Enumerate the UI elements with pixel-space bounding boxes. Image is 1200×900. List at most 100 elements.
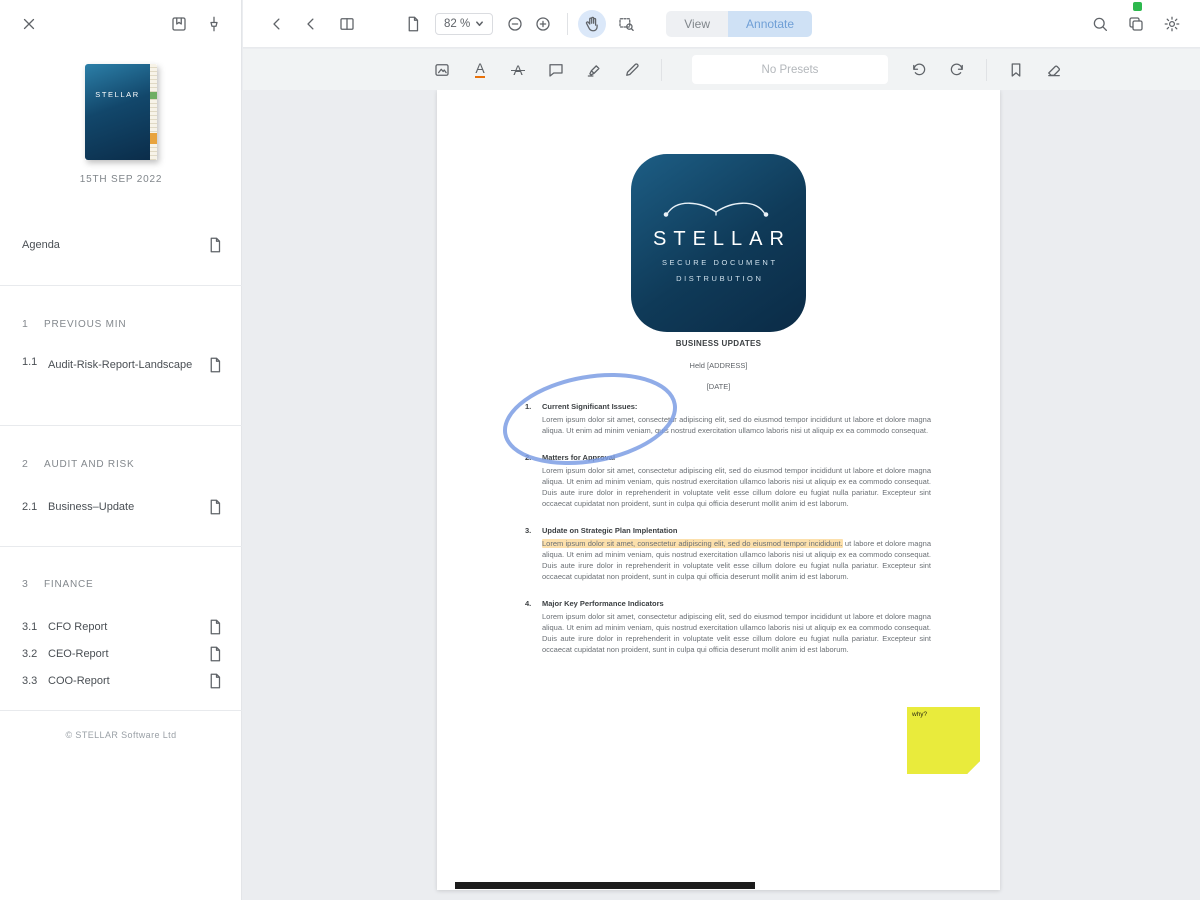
gear-icon — [1164, 16, 1180, 31]
section-number: 3 — [22, 578, 28, 590]
divider — [0, 425, 242, 426]
redo-button[interactable] — [944, 57, 970, 83]
item-number: 3.2 — [22, 648, 38, 660]
page-layout-button[interactable] — [333, 10, 361, 38]
logo-flourish-icon — [663, 202, 768, 217]
item-number: 3.1 — [22, 621, 38, 633]
section-title: AUDIT AND RISK — [44, 459, 135, 470]
section-paragraph: Lorem ipsum dolor sit amet, consectetur … — [542, 612, 931, 654]
item-label: CFO Report — [48, 621, 108, 633]
settings-button[interactable] — [1158, 10, 1186, 38]
divider — [0, 546, 242, 547]
document-title: BUSINESS UPDATES — [675, 339, 762, 348]
app-window: STELLAR 15TH SEP 2022 Agenda 1 PREVIOUS … — [0, 0, 1200, 900]
zoom-out-icon — [508, 16, 522, 31]
top-toolbar: 82 % View Annotate — [243, 0, 1200, 48]
divider — [0, 710, 242, 711]
zoom-in-button[interactable] — [529, 10, 557, 38]
eraser-icon — [1048, 65, 1060, 76]
mode-segmented-control: View Annotate — [666, 10, 813, 37]
ellipse-ink-annotation[interactable] — [495, 367, 691, 471]
section-heading: Update on Strategic Plan Implentation — [542, 526, 678, 535]
eraser-button[interactable] — [1041, 57, 1067, 83]
sidebar-item-audit-risk-report[interactable]: 1.1 Audit-Risk-Report-Landscape — [0, 356, 242, 375]
view-mode-button[interactable]: View — [666, 10, 729, 37]
bookmark-button[interactable] — [1003, 57, 1029, 83]
highlight-annotation[interactable]: Lorem ipsum dolor sit amet, consectetur … — [542, 539, 843, 548]
ink-pen-button[interactable] — [619, 57, 645, 83]
bookmark-icon — [1011, 62, 1021, 77]
document-thumbnail[interactable]: STELLAR — [0, 64, 242, 160]
sidebar-item-business-update[interactable]: 2.1 Business–Update — [0, 498, 242, 516]
sidebar-toolbar — [0, 0, 241, 48]
comment-button[interactable] — [543, 57, 569, 83]
section-header-previous-min: 1 PREVIOUS MIN — [0, 318, 242, 330]
close-icon[interactable] — [20, 15, 38, 33]
item-number: 2.1 — [22, 501, 38, 513]
doc-file-icon — [210, 619, 221, 635]
section-number: 4. — [525, 599, 532, 608]
doc-file-icon — [210, 499, 221, 515]
pin-icon[interactable] — [205, 15, 223, 33]
presets-dropdown[interactable]: No Presets — [692, 55, 888, 84]
copy-icon — [1129, 16, 1143, 31]
page-layout-icon — [340, 17, 354, 30]
section-paragraph: Lorem ipsum dolor sit amet, consectetur … — [542, 466, 931, 508]
previous-view-button[interactable] — [297, 10, 325, 38]
highlighter-icon — [587, 64, 600, 77]
toolbar-separator — [661, 58, 662, 81]
annotate-mode-button[interactable]: Annotate — [728, 10, 813, 37]
doc-file-icon — [210, 646, 221, 662]
zoom-in-icon — [536, 16, 550, 31]
marquee-zoom-button[interactable] — [612, 10, 640, 38]
marquee-zoom-icon — [619, 17, 634, 31]
page-settings-button[interactable] — [399, 10, 427, 38]
item-number: 3.3 — [22, 675, 38, 687]
zoom-out-button[interactable] — [501, 10, 529, 38]
item-label: Business–Update — [48, 501, 135, 513]
toolbar-separator — [986, 58, 987, 81]
undo-button[interactable] — [906, 57, 932, 83]
pan-tool-button[interactable] — [578, 9, 607, 38]
undo-icon — [913, 63, 926, 75]
section-number: 1 — [22, 318, 28, 330]
sidebar-item-agenda[interactable]: Agenda — [0, 236, 242, 254]
section-header-audit-and-risk: 2 AUDIT AND RISK — [0, 458, 242, 470]
highlighter-button[interactable] — [581, 57, 607, 83]
search-icon — [1093, 17, 1108, 31]
document-date: 15TH SEP 2022 — [79, 174, 163, 185]
back-icon — [273, 17, 280, 30]
sticky-note-annotation[interactable]: why? — [907, 707, 980, 774]
sidebar-item-coo-report[interactable]: 3.3 COO-Report — [0, 672, 242, 690]
document-canvas[interactable]: STELLAR SECURE DOCUMENT DISTRUBUTION BUS… — [243, 90, 1200, 900]
image-annotation-button[interactable] — [429, 57, 455, 83]
book-pages-edge — [150, 64, 157, 160]
section-paragraph: Lorem ipsum dolor sit amet, consectetur … — [542, 538, 931, 582]
zoom-dropdown[interactable]: 82 % — [435, 12, 494, 35]
copy-button[interactable] — [1122, 10, 1150, 38]
search-button[interactable] — [1086, 10, 1114, 38]
logo-tagline-1: SECURE DOCUMENT — [661, 258, 778, 267]
section-heading: Major Key Performance Indicators — [542, 599, 664, 608]
logo-brand-text: STELLAR — [653, 228, 791, 250]
doc-file-icon — [210, 237, 221, 253]
back-button[interactable] — [263, 10, 291, 38]
doc-section-3: 3. Update on Strategic Plan Implentation… — [525, 526, 931, 582]
zoom-value: 82 % — [444, 17, 471, 30]
sidebar: STELLAR 15TH SEP 2022 Agenda 1 PREVIOUS … — [0, 0, 242, 900]
copyright-footer: © STELLAR Software Ltd — [65, 730, 177, 740]
underline-text-button[interactable]: A — [467, 57, 493, 83]
back-icon — [307, 17, 314, 30]
annotation-toolbar: A A No Presets — [243, 49, 1200, 90]
strikethrough-text-button[interactable]: A — [505, 57, 531, 83]
agenda-label: Agenda — [22, 239, 60, 251]
pan-hand-icon — [586, 16, 598, 31]
bookmarks-panel-icon[interactable] — [170, 15, 188, 33]
sidebar-item-cfo-report[interactable]: 3.1 CFO Report — [0, 618, 242, 636]
toolbar-right-group — [1086, 1, 1186, 38]
section-header-finance: 3 FINANCE — [0, 578, 242, 590]
section-title: FINANCE — [44, 579, 94, 590]
item-label: Audit-Risk-Report-Landscape — [48, 359, 193, 371]
book-cover: STELLAR — [85, 64, 150, 160]
sidebar-item-ceo-report[interactable]: 3.2 CEO-Report — [0, 645, 242, 663]
